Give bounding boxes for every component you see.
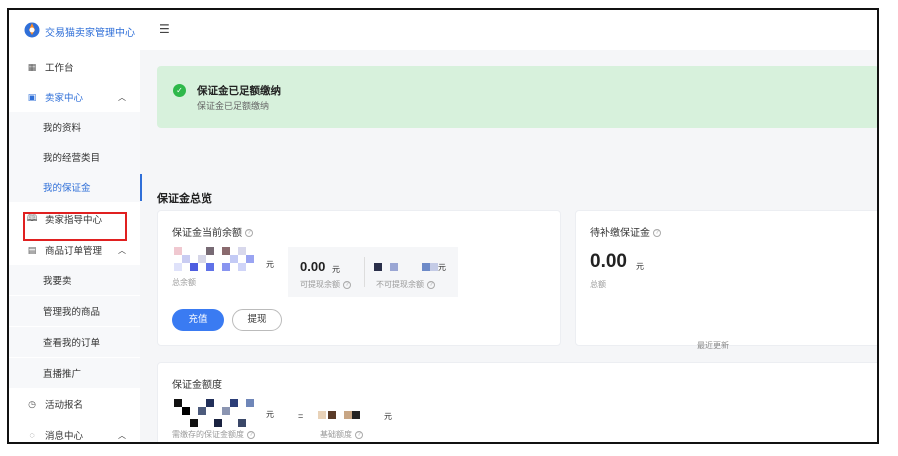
menu-fold-icon[interactable]: ☰ [159,22,170,36]
sidebar-item-label: 消息中心 [45,431,84,442]
total-unit: 元 [266,260,274,269]
document-icon: ▤ [27,244,37,255]
quota-unit-right: 元 [384,412,392,421]
sidebar: ▦ 工作台 ▣ 卖家中心 ︿ 我的资料 我的经营类目 我的保证金 🕮 卖家指导中… [9,50,140,442]
logo-icon [24,22,40,38]
blurred-non-withdrawable-amount [374,261,444,273]
help-icon[interactable]: ? [343,280,351,289]
sidebar-item-label: 管理我的商品 [43,307,101,318]
banner-subtitle: 保证金已足额缴纳 [197,101,270,111]
sidebar-item-my-categories[interactable]: 我的经营类目 [9,142,140,172]
non-withdrawable-unit: 元 [438,263,446,272]
base-quota-caption-text: 基础额度 [320,430,352,439]
help-icon[interactable]: ? [653,229,661,238]
withdrawable-amount: 0.00 [300,259,326,274]
sidebar-item-messages[interactable]: ◌ 消息中心 ︿ [9,420,140,442]
sidebar-item-label: 查看我的订单 [43,338,101,349]
required-quota-caption-text: 需缴存的保证金额度 [172,430,244,439]
quota-card: 保证金额度 元 = 元 需缴存的保证金额度 ? 基础额度 ? [157,362,877,442]
equals-sign: = [298,411,304,421]
withdrawable-unit: 元 [332,265,340,274]
total-caption: 总余额 [172,278,196,287]
quota-card-title: 保证金额度 [172,380,222,391]
balance-breakdown: 0.00 元 可提现余额? 元 不可提现余额? [288,247,458,297]
message-icon: ◌ [29,430,35,440]
due-title-text: 待补缴保证金 [590,228,650,239]
help-icon[interactable]: ? [355,430,363,439]
sidebar-item-label: 活动报名 [45,400,84,411]
non-withdrawable-caption: 不可提现余额? [376,279,435,290]
blurred-required-quota [174,399,274,429]
banner-title: 保证金已足额缴纳 [197,85,281,97]
due-caption: 总额 [590,280,606,289]
balance-card-title: 保证金当前余额? [172,224,253,239]
sidebar-item-label: 直播推广 [43,369,82,380]
app-window: 交易猫卖家管理中心 ☰ ▦ 工作台 ▣ 卖家中心 ︿ 我的资料 我的经营类目 我… [7,8,879,444]
check-circle-icon: ✓ [173,84,186,97]
help-icon[interactable]: ? [427,280,435,289]
recharge-button[interactable]: 充值 [172,309,224,331]
sidebar-item-label: 我的资料 [43,123,82,134]
withdrawable-caption: 可提现余额? [300,279,351,290]
sidebar-item-label: 工作台 [45,63,74,74]
due-card-title: 待补缴保证金? [590,224,661,239]
main-content: ✓ 保证金已足额缴纳 保证金已足额缴纳 保证金总览 保证金当前余额? 元 总余额… [155,50,877,442]
balance-card: 保证金当前余额? 元 总余额 0.00 元 可提现余额 ? 元 不可提现余额 ?… [157,210,561,346]
sidebar-item-seller-center[interactable]: ▣ 卖家中心 ︿ [9,82,140,112]
grid-icon: ▦ [27,61,37,72]
due-card: 待补缴保证金? 0.00 元 总额 [575,210,877,346]
clock-icon: ◷ [28,398,36,409]
sidebar-item-sell[interactable]: 我要卖 [9,265,140,295]
quota-unit-left: 元 [266,410,274,419]
withdraw-button[interactable]: 提现 [232,309,282,331]
chevron-up-icon: ︿ [118,245,126,255]
top-bar: 交易猫卖家管理中心 ☰ [9,10,877,50]
sidebar-item-label: 我的保证金 [43,183,91,194]
due-unit: 元 [636,262,644,271]
app-title: 交易猫卖家管理中心 [45,28,135,39]
balance-title-text: 保证金当前余额 [172,228,242,239]
highlight-box [23,212,127,241]
due-amount: 0.00 [590,251,627,272]
withdrawable-caption-text: 可提现余额 [300,280,340,289]
sidebar-item-my-deposit[interactable]: 我的保证金 [9,172,140,202]
sidebar-item-live-promotion[interactable]: 直播推广 [9,358,140,388]
sidebar-item-my-orders[interactable]: 查看我的订单 [9,327,140,357]
sidebar-item-events[interactable]: ◷ 活动报名 [9,389,140,419]
chevron-up-icon: ︿ [118,430,126,440]
sidebar-item-label: 商品订单管理 [45,246,103,257]
base-quota-caption: 基础额度? [320,429,363,440]
sidebar-item-label: 我的经营类目 [43,153,101,164]
active-indicator [140,174,142,201]
required-quota-caption: 需缴存的保证金额度? [172,429,255,440]
store-icon: ▣ [27,91,37,102]
chevron-up-icon: ︿ [118,92,126,102]
blurred-total-amount [172,245,262,275]
help-icon[interactable]: ? [245,229,253,238]
blurred-base-quota [318,409,378,421]
divider [364,257,365,287]
sidebar-item-label: 卖家中心 [45,93,84,104]
sidebar-item-my-profile[interactable]: 我的资料 [9,112,140,142]
sidebar-item-label: 我要卖 [43,276,72,287]
last-updated-link[interactable]: 最近更新 [697,340,729,351]
help-icon[interactable]: ? [247,430,255,439]
non-withdrawable-caption-text: 不可提现余额 [376,280,424,289]
sidebar-item-manage-products[interactable]: 管理我的商品 [9,296,140,326]
section-title: 保证金总览 [157,193,212,205]
status-banner: ✓ 保证金已足额缴纳 保证金已足额缴纳 [157,66,877,128]
sidebar-item-workbench[interactable]: ▦ 工作台 [9,52,140,82]
